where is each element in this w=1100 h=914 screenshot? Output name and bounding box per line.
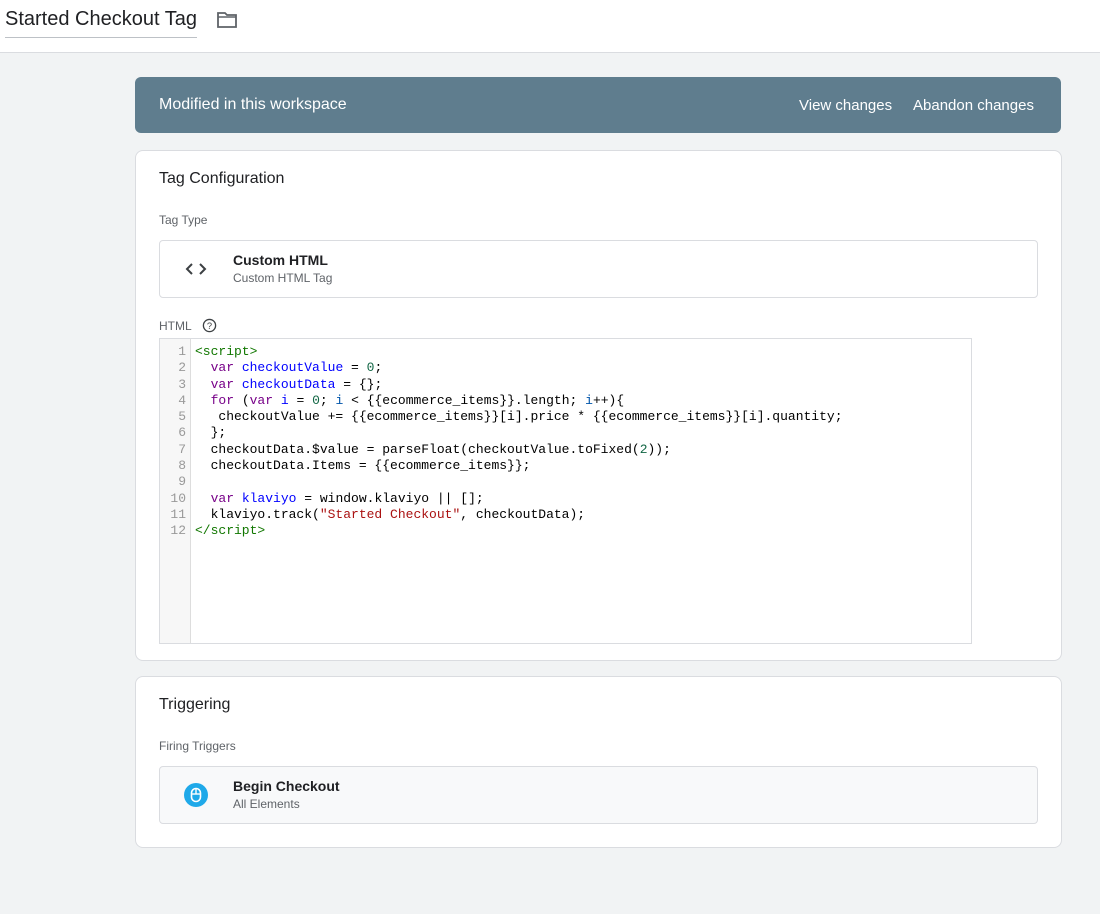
tag-name-input[interactable]: Started Checkout Tag bbox=[5, 8, 197, 38]
code-token: )); bbox=[647, 441, 671, 457]
code-token: for bbox=[210, 392, 235, 408]
line-number: 7 bbox=[178, 441, 186, 457]
line-number: 5 bbox=[178, 409, 186, 425]
code-line: 9 bbox=[160, 474, 843, 490]
trigger-item[interactable]: Begin Checkout All Elements bbox=[159, 766, 1038, 824]
tag-type-label: Tag Type bbox=[159, 213, 208, 227]
mouse-click-icon bbox=[184, 783, 208, 807]
help-icon[interactable]: ? bbox=[202, 318, 217, 333]
line-number: 4 bbox=[178, 392, 186, 408]
code-token: }; bbox=[195, 425, 227, 441]
code-token: = {}; bbox=[335, 376, 383, 392]
card-title: Tag Configuration bbox=[159, 170, 285, 187]
line-number: 10 bbox=[170, 490, 186, 506]
code-token: = bbox=[288, 392, 313, 408]
code-token: , checkoutData); bbox=[460, 506, 586, 522]
folder-icon[interactable] bbox=[217, 12, 237, 28]
code-token: i bbox=[585, 392, 593, 408]
code-token: ++){ bbox=[592, 392, 625, 408]
tag-configuration-card: Tag Configuration Tag Type Custom HTML C… bbox=[135, 150, 1062, 661]
code-token: checkoutData.$value = parseFloat(checkou… bbox=[195, 441, 640, 457]
code-token: ( bbox=[234, 392, 250, 408]
code-token: checkoutData.Items = {{ecommerce_items}}… bbox=[195, 458, 531, 474]
code-line: 1 <script> bbox=[160, 344, 843, 360]
html-code-editor[interactable]: 1 <script> 2 var checkoutValue = 0; 3 var c… bbox=[159, 338, 972, 644]
code-line: 3 var checkoutData = {}; bbox=[160, 377, 843, 393]
view-changes-link[interactable]: View changes bbox=[799, 97, 892, 114]
tag-type-description: Custom HTML Tag bbox=[233, 271, 333, 285]
code-token: checkoutValue += {{ecommerce_items}}[i].… bbox=[195, 409, 843, 425]
code-token: = window.klaviyo || []; bbox=[296, 490, 484, 506]
top-bar: Started Checkout Tag bbox=[0, 0, 1100, 53]
abandon-changes-link[interactable]: Abandon changes bbox=[913, 97, 1034, 114]
triggering-card: Triggering Firing Triggers Begin Checkou… bbox=[135, 676, 1062, 848]
banner-message: Modified in this workspace bbox=[159, 96, 347, 113]
line-number: 3 bbox=[178, 376, 186, 392]
line-number: 11 bbox=[170, 506, 186, 522]
firing-triggers-label: Firing Triggers bbox=[159, 739, 236, 753]
code-token: 0 bbox=[312, 392, 320, 408]
tag-type-selector[interactable]: Custom HTML Custom HTML Tag bbox=[159, 240, 1038, 298]
code-token: = bbox=[343, 360, 367, 376]
code-line: 2 var checkoutValue = 0; bbox=[160, 360, 843, 376]
code-brackets-icon bbox=[185, 263, 207, 275]
code-token: klaviyo bbox=[241, 490, 297, 506]
code-token: i bbox=[280, 392, 289, 408]
code-token: ; bbox=[319, 392, 336, 408]
code-token: "Started Checkout" bbox=[319, 506, 461, 522]
code-token: var bbox=[210, 376, 235, 392]
line-number: 2 bbox=[178, 360, 186, 376]
code-line: 11 klaviyo.track("Started Checkout", che… bbox=[160, 507, 843, 523]
code-line: 7 checkoutData.$value = parseFloat(check… bbox=[160, 442, 843, 458]
card-title: Triggering bbox=[159, 696, 231, 713]
code-line: 5 checkoutValue += {{ecommerce_items}}[i… bbox=[160, 409, 843, 425]
code-token: 2 bbox=[639, 441, 648, 457]
code-token: ; bbox=[374, 360, 383, 376]
tag-type-name: Custom HTML bbox=[233, 252, 328, 268]
svg-text:?: ? bbox=[207, 321, 212, 331]
trigger-description: All Elements bbox=[233, 797, 300, 811]
workspace-banner: Modified in this workspace View changes … bbox=[135, 77, 1061, 133]
code-token: </script> bbox=[195, 523, 266, 539]
code-token: var bbox=[210, 360, 235, 376]
code-lines: 1 <script> 2 var checkoutValue = 0; 3 var c… bbox=[160, 344, 843, 540]
html-label: HTML bbox=[159, 319, 192, 333]
code-line: 6 }; bbox=[160, 425, 843, 441]
code-token: klaviyo.track( bbox=[195, 506, 320, 522]
code-token: checkoutData bbox=[241, 376, 336, 392]
code-token: < {{ecommerce_items}}.length; bbox=[343, 392, 586, 408]
code-line: 4 for (var i = 0; i < {{ecommerce_items}… bbox=[160, 393, 843, 409]
code-token: checkoutValue bbox=[241, 360, 344, 376]
line-number: 9 bbox=[178, 474, 186, 490]
code-token: var bbox=[249, 392, 274, 408]
code-token: var bbox=[210, 490, 235, 506]
code-line: 12 </script> bbox=[160, 523, 843, 539]
line-number: 6 bbox=[178, 425, 186, 441]
code-token: <script> bbox=[195, 344, 258, 359]
line-number: 12 bbox=[170, 523, 186, 539]
line-number: 8 bbox=[178, 458, 186, 474]
trigger-name: Begin Checkout bbox=[233, 778, 340, 794]
code-line: 10 var klaviyo = window.klaviyo || []; bbox=[160, 491, 843, 507]
code-line: 8 checkoutData.Items = {{ecommerce_items… bbox=[160, 458, 843, 474]
line-number: 1 bbox=[178, 344, 186, 359]
